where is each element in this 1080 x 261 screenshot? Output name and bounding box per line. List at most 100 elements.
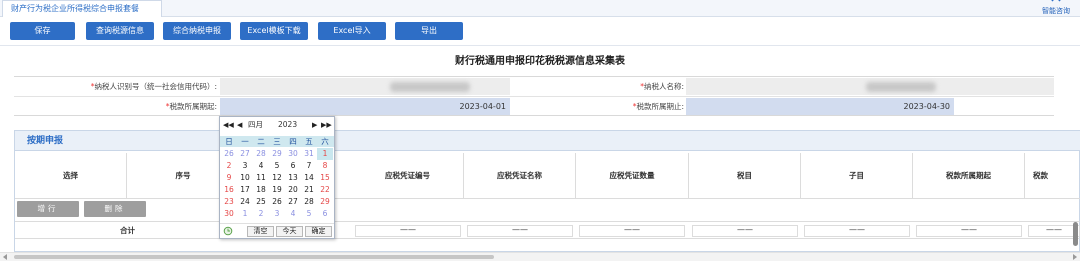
clear-button[interactable]: 清空: [247, 226, 274, 237]
comprehensive-declare-button[interactable]: 综合纳税申报: [163, 22, 231, 40]
period-start-field[interactable]: 2023-04-01: [220, 98, 510, 115]
col-voucher-name: 应税凭证名称: [464, 153, 576, 199]
total-cell: ——: [692, 225, 798, 237]
date-picker-popup: ◀◀ ◀ 四月 2023 ▶ ▶▶ 日 一 二 三 四 五 六 26 27 28 29…: [219, 116, 335, 239]
total-cell: ——: [355, 225, 461, 237]
prev-year-icon[interactable]: ◀◀: [223, 119, 234, 131]
smart-consult-button[interactable]: 智能咨询: [1036, 0, 1076, 17]
calendar-day[interactable]: 4: [285, 208, 301, 220]
smart-consult-label: 智能咨询: [1042, 7, 1070, 15]
calendar-day[interactable]: 1: [317, 148, 333, 160]
calendar-day[interactable]: 3: [269, 208, 285, 220]
calendar-day[interactable]: 9: [221, 172, 237, 184]
calendar-day[interactable]: 29: [269, 148, 285, 160]
scroll-left-icon[interactable]: [3, 254, 7, 260]
calendar-day[interactable]: 26: [269, 196, 285, 208]
chat-help-icon: [1051, 0, 1061, 2]
calendar-day[interactable]: 27: [285, 196, 301, 208]
form-row-taxpayer: *纳税人识别号（统一社会信用代码）: *纳税人名称:: [14, 77, 1054, 97]
calendar-day[interactable]: 24: [237, 196, 253, 208]
toolbar: 保存 查询税源信息 综合纳税申报 Excel模板下载 Excel导入 导出: [0, 18, 1080, 44]
calendar-day[interactable]: 30: [285, 148, 301, 160]
calendar-day[interactable]: 11: [253, 172, 269, 184]
save-button[interactable]: 保存: [10, 22, 75, 40]
excel-import-button[interactable]: Excel导入: [318, 22, 386, 40]
redacted-value: [866, 82, 936, 92]
calendar-day[interactable]: 7: [301, 160, 317, 172]
clock-icon[interactable]: [223, 226, 233, 236]
calendar-day[interactable]: 18: [253, 184, 269, 196]
calendar-day[interactable]: 4: [253, 160, 269, 172]
calendar-day[interactable]: 5: [269, 160, 285, 172]
taxpayer-id-field[interactable]: [220, 78, 510, 95]
calendar-day[interactable]: 31: [301, 148, 317, 160]
weekday-label: 四: [289, 137, 297, 146]
total-cell: ——: [916, 225, 1022, 237]
calendar-day[interactable]: 14: [301, 172, 317, 184]
scroll-right-icon[interactable]: [1073, 254, 1077, 260]
delete-row-button[interactable]: 删除: [84, 201, 146, 217]
calendar-day[interactable]: 17: [237, 184, 253, 196]
export-button[interactable]: 导出: [395, 22, 463, 40]
date-picker-footer: 清空 今天 确定: [220, 223, 334, 238]
table-header: 选择 序号 应税凭证编号 应税凭证名称 应税凭证数量 税目 子目 税款所属期起 …: [15, 153, 1080, 199]
calendar-day[interactable]: 27: [237, 148, 253, 160]
calendar-day[interactable]: 15: [317, 172, 333, 184]
weekday-label: 六: [321, 137, 329, 146]
col-period-start: 税款所属期起: [913, 153, 1025, 199]
month-select[interactable]: 四月: [248, 119, 263, 131]
today-button[interactable]: 今天: [276, 226, 303, 237]
col-select: 选择: [15, 153, 127, 199]
section-title: 按期申报: [27, 136, 64, 146]
total-cell: ——: [579, 225, 685, 237]
calendar-day[interactable]: 2: [253, 208, 269, 220]
calendar-day[interactable]: 23: [221, 196, 237, 208]
period-end-field[interactable]: 2023-04-30: [686, 98, 954, 115]
calendar-day[interactable]: 6: [317, 208, 333, 220]
calendar-day[interactable]: 25: [253, 196, 269, 208]
calendar-day[interactable]: 5: [301, 208, 317, 220]
query-tax-source-button[interactable]: 查询税源信息: [86, 22, 154, 40]
col-tax: 税款: [1033, 171, 1048, 180]
calendar-day[interactable]: 29: [317, 196, 333, 208]
next-month-icon[interactable]: ▶: [312, 119, 317, 131]
next-year-icon[interactable]: ▶▶: [321, 119, 332, 131]
vertical-scrollbar-thumb[interactable]: [1073, 222, 1078, 246]
calendar-day[interactable]: 8: [317, 160, 333, 172]
calendar-day[interactable]: 6: [285, 160, 301, 172]
scrollbar-thumb[interactable]: [14, 255, 494, 259]
total-label: 合计: [120, 226, 135, 235]
redacted-value: [390, 82, 470, 92]
taxpayer-name-field[interactable]: [686, 78, 1054, 95]
taxpayer-name-label: *纳税人名称:: [640, 82, 684, 91]
weekday-label: 二: [257, 137, 265, 146]
excel-template-download-button[interactable]: Excel模板下载: [240, 22, 308, 40]
ok-button[interactable]: 确定: [305, 226, 332, 237]
calendar-day[interactable]: 22: [317, 184, 333, 196]
calendar-day[interactable]: 16: [221, 184, 237, 196]
section-header: 按期申报: [15, 131, 1080, 151]
col-voucher-number: 应税凭证编号: [352, 153, 464, 199]
calendar-day[interactable]: 20: [285, 184, 301, 196]
calendar-day[interactable]: 21: [301, 184, 317, 196]
calendar-day[interactable]: 12: [269, 172, 285, 184]
form-title: 财行税通用申报印花税税源信息采集表: [455, 56, 625, 67]
calendar-day[interactable]: 26: [221, 148, 237, 160]
calendar-day[interactable]: 1: [237, 208, 253, 220]
calendar-day[interactable]: 28: [301, 196, 317, 208]
add-row-button[interactable]: 增行: [17, 201, 79, 217]
calendar-day[interactable]: 30: [221, 208, 237, 220]
calendar-day[interactable]: 2: [221, 160, 237, 172]
calendar-day[interactable]: 13: [285, 172, 301, 184]
prev-month-icon[interactable]: ◀: [237, 119, 242, 131]
calendar-grid: 26 27 28 29 30 31 1 2 3 4 5 6 7 8 9 10 11 12 13 14 15 16 17 18 1…: [220, 148, 334, 220]
total-cell: ——: [804, 225, 910, 237]
calendar-day[interactable]: 3: [237, 160, 253, 172]
year-select[interactable]: 2023: [278, 119, 297, 131]
period-end-label: *税款所属期止:: [632, 102, 684, 111]
calendar-day[interactable]: 28: [253, 148, 269, 160]
tab-tax-package[interactable]: 财产行为税企业所得税综合申报套餐: [2, 0, 162, 17]
horizontal-scrollbar[interactable]: [0, 252, 1080, 261]
calendar-day[interactable]: 10: [237, 172, 253, 184]
calendar-day[interactable]: 19: [269, 184, 285, 196]
